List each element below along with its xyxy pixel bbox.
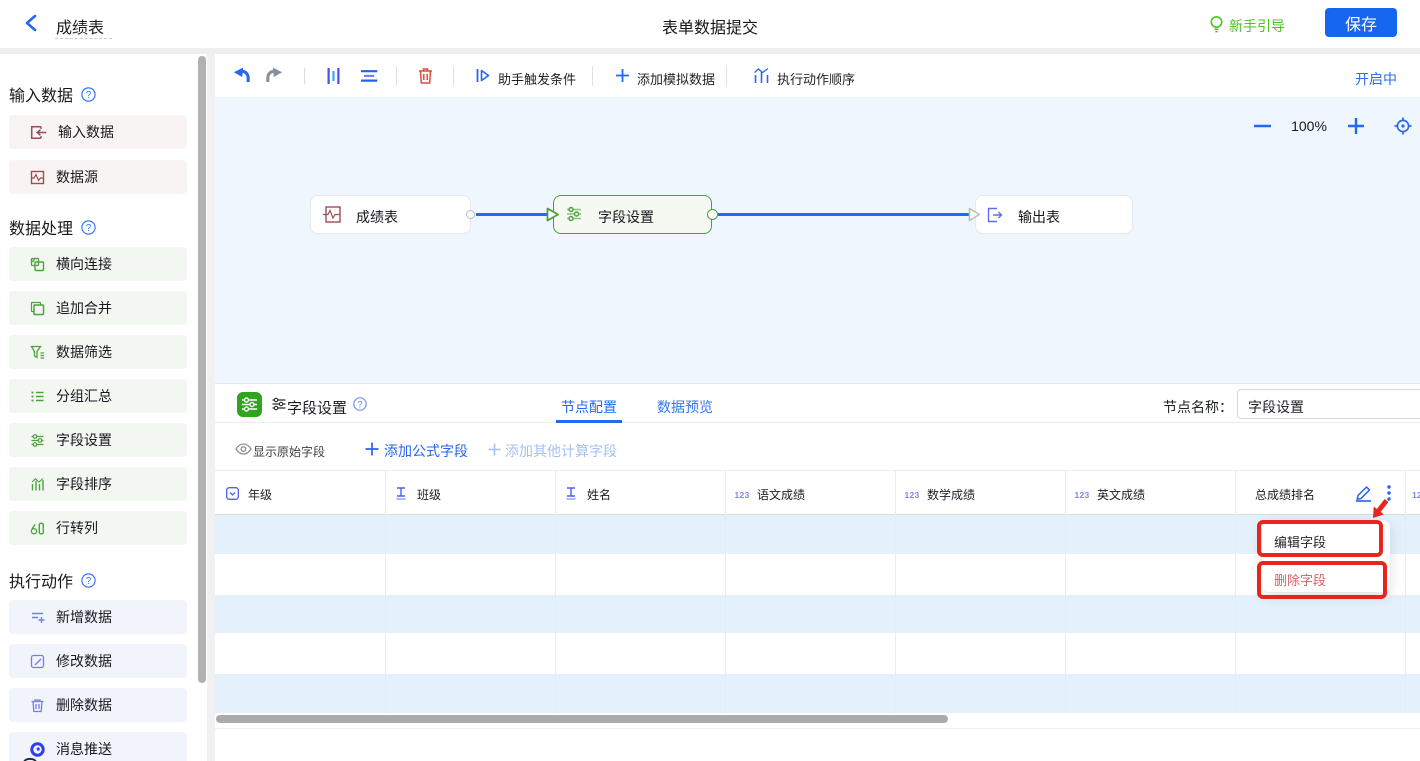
svg-text:?: ? [86,90,92,101]
svg-text:?: ? [86,576,92,587]
svg-text:?: ? [86,223,92,234]
svg-text:?: ? [357,399,362,410]
